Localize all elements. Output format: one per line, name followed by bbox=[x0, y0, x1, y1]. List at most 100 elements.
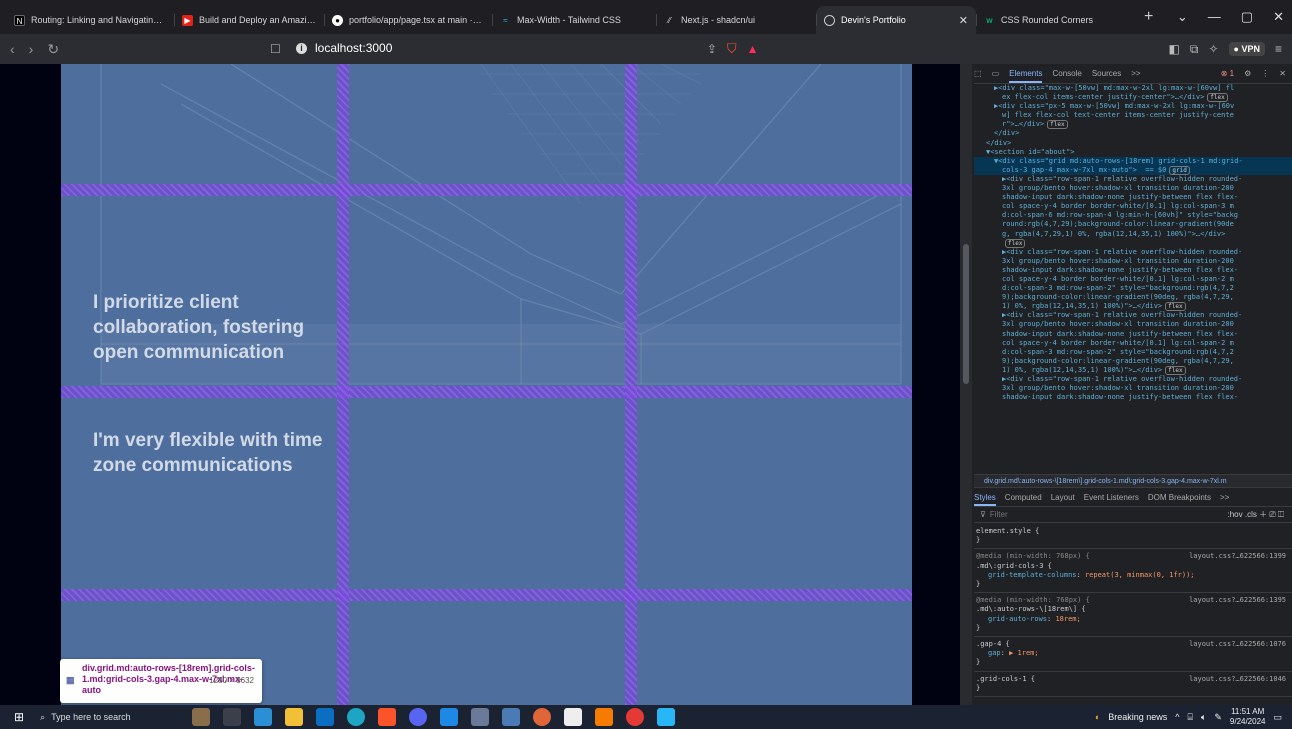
hov-cls-toggle[interactable]: :hov .cls bbox=[1228, 510, 1257, 519]
dom-breadcrumb[interactable]: div.grid.md\:auto-rows-\[18rem\].grid-co… bbox=[974, 474, 1292, 488]
notification-icon[interactable]: ▭ bbox=[1273, 712, 1282, 723]
dom-node-line[interactable]: d:col-span-3 md:row-span-2" style="backg… bbox=[974, 348, 1292, 357]
network-icon[interactable]: ⌸ bbox=[1188, 712, 1193, 723]
flex-badge[interactable]: flex bbox=[1005, 238, 1026, 248]
share-icon[interactable]: ⇪ bbox=[707, 42, 717, 56]
photos-icon[interactable] bbox=[657, 708, 675, 726]
dom-node-line[interactable]: ▶<div class="max-w-[50vw] md:max-w-2xl l… bbox=[974, 84, 1292, 93]
menu-icon[interactable]: ≡ bbox=[1275, 42, 1282, 56]
dom-node-line[interactable]: g, rgba(4,7,29,1) 0%, rgba(12,14,35,1) 1… bbox=[974, 230, 1292, 239]
css-rule[interactable]: element.style {} bbox=[974, 524, 1292, 550]
css-declaration[interactable]: grid-template-columns: repeat(3, minmax(… bbox=[976, 571, 1292, 580]
dom-node-line[interactable]: 9);background-color:linear-gradient(90de… bbox=[974, 293, 1292, 302]
css-declaration[interactable]: gap: ▶ 1rem; bbox=[976, 649, 1292, 658]
url-field[interactable]: i localhost:3000 bbox=[296, 41, 392, 55]
wallet-icon[interactable]: ✧ bbox=[1208, 42, 1218, 56]
taskbar-search[interactable]: ⌕ Type here to search bbox=[40, 706, 200, 728]
dom-node-line[interactable]: ▶<div class="row-span-1 relative overflo… bbox=[974, 175, 1292, 184]
flex-badge[interactable]: flex bbox=[1165, 302, 1186, 312]
dom-node-line[interactable]: 1) 0%, rgba(12,14,35,1) 100%)">…</div> fl… bbox=[974, 365, 1292, 375]
rule-source-link[interactable]: layout.css?…622566:1399 bbox=[1189, 552, 1286, 561]
tab-elements[interactable]: Elements bbox=[1009, 69, 1043, 83]
sidebar-icon[interactable]: ◧ bbox=[1169, 42, 1180, 56]
new-tab-button[interactable]: + bbox=[1144, 8, 1153, 26]
tab-github[interactable]: ● portfolio/app/page.tsx at main · adr bbox=[324, 6, 492, 34]
kebab-menu-icon[interactable]: ⋮ bbox=[1261, 69, 1269, 78]
edge-icon[interactable] bbox=[347, 708, 365, 726]
mail-icon[interactable] bbox=[316, 708, 334, 726]
css-rule[interactable]: layout.css?…622566:1046 .grid-cols-1 {} bbox=[974, 672, 1292, 698]
app-icon[interactable] bbox=[471, 708, 489, 726]
app-icon[interactable] bbox=[564, 708, 582, 726]
tab-youtube[interactable]: ▶ Build and Deploy an Amazing Devel bbox=[174, 6, 324, 34]
maximize-icon[interactable]: ▢ bbox=[1241, 9, 1253, 25]
css-declaration[interactable]: grid-auto-rows: 18rem; bbox=[976, 615, 1292, 624]
dom-node-line[interactable]: 3xl group/bento hover:shadow-xl transiti… bbox=[974, 320, 1292, 329]
tab-dom-breakpoints[interactable]: DOM Breakpoints bbox=[1148, 493, 1211, 502]
dom-node-line[interactable]: ▶<div class="row-span-1 relative overflo… bbox=[974, 375, 1292, 384]
volume-icon[interactable]: 🔈︎ bbox=[1201, 712, 1206, 723]
device-toolbar-icon[interactable]: ▭ bbox=[992, 69, 1000, 78]
dom-node-line[interactable]: r">…</div> flex bbox=[974, 120, 1292, 130]
rule-source-link[interactable]: layout.css?…622566:1395 bbox=[1189, 596, 1286, 605]
scroll-thumb[interactable] bbox=[963, 244, 969, 384]
flex-badge[interactable]: flex bbox=[1207, 93, 1228, 103]
dom-node-line[interactable]: 9);background-color:linear-gradient(90de… bbox=[974, 357, 1292, 366]
more-tabs[interactable]: >> bbox=[1131, 69, 1140, 78]
tab-routing[interactable]: N Routing: Linking and Navigating | N bbox=[6, 6, 174, 34]
brave-rewards-icon[interactable]: ▲ bbox=[747, 42, 759, 56]
news-text[interactable]: Breaking news bbox=[1108, 712, 1167, 722]
dom-node-line[interactable]: shadow-input dark:shadow-none justify-be… bbox=[974, 393, 1292, 402]
flex-badge[interactable]: flex bbox=[1165, 365, 1186, 375]
dom-node-line[interactable]: shadow-input dark:shadow-none justify-be… bbox=[974, 330, 1292, 339]
discord-icon[interactable] bbox=[409, 708, 427, 726]
dom-tree[interactable]: ▶<div class="max-w-[50vw] md:max-w-2xl l… bbox=[974, 84, 1292, 474]
tab-css-rounded[interactable]: w CSS Rounded Corners bbox=[976, 6, 1126, 34]
dom-node-line[interactable]: col space-y-4 border border-white/[0.1] … bbox=[974, 202, 1292, 211]
more-style-tabs[interactable]: >> bbox=[1220, 493, 1229, 502]
close-tab-icon[interactable]: ✕ bbox=[959, 14, 968, 27]
filter-options[interactable]: :hov .cls ＋ ⎚ ◫ bbox=[1228, 509, 1285, 520]
app-icon[interactable] bbox=[533, 708, 551, 726]
close-window-icon[interactable]: ✕ bbox=[1273, 9, 1284, 25]
dom-node-line[interactable]: shadow-input dark:shadow-none justify-be… bbox=[974, 193, 1292, 202]
forward-icon[interactable]: › bbox=[29, 41, 34, 58]
dom-node-line[interactable]: w] flex flex-col text-center items-cente… bbox=[974, 111, 1292, 120]
tab-devins-portfolio[interactable]: Devin's Portfolio ✕ bbox=[816, 6, 976, 34]
back-icon[interactable]: ‹ bbox=[10, 41, 15, 58]
news-widget-icon[interactable] bbox=[192, 708, 210, 726]
dom-node-line[interactable]: 3xl group/bento hover:shadow-xl transiti… bbox=[974, 257, 1292, 266]
dom-node-line[interactable]: col space-y-4 border border-white/[0.1] … bbox=[974, 275, 1292, 284]
dom-node-line[interactable]: shadow-input dark:shadow-none justify-be… bbox=[974, 266, 1292, 275]
tab-layout[interactable]: Layout bbox=[1051, 493, 1075, 502]
dom-node-line[interactable]: flex bbox=[974, 238, 1292, 248]
vscode-icon[interactable] bbox=[440, 708, 458, 726]
app-icon[interactable] bbox=[502, 708, 520, 726]
extensions-icon[interactable]: ⧉ bbox=[1190, 42, 1199, 57]
dom-node-line[interactable]: 3xl group/bento hover:shadow-xl transiti… bbox=[974, 184, 1292, 193]
store-icon[interactable] bbox=[254, 708, 272, 726]
tray-chevron-icon[interactable]: ^ bbox=[1175, 712, 1179, 722]
settings-gear-icon[interactable]: ⚙ bbox=[1244, 69, 1251, 78]
page-scrollbar[interactable] bbox=[960, 64, 972, 705]
dom-node-line[interactable]: ▶<div class="px-5 max-w-[50vw] md:max-w-… bbox=[974, 102, 1292, 111]
dom-node-line[interactable]: </div> bbox=[974, 129, 1292, 138]
inspect-icon[interactable]: ⬚ bbox=[974, 69, 982, 78]
dom-node-line[interactable]: cols-3 gap-4 max-w-7xl mx-auto"> == $0 gr… bbox=[974, 165, 1292, 175]
reload-icon[interactable]: ↻ bbox=[47, 41, 59, 58]
tab-shadcn[interactable]: ⁄⁄ Next.js - shadcn/ui bbox=[656, 6, 816, 34]
grid-badge[interactable]: grid bbox=[1169, 165, 1190, 175]
rule-source-link[interactable]: layout.css?…622566:1076 bbox=[1189, 640, 1286, 649]
file-explorer-icon[interactable] bbox=[285, 708, 303, 726]
tab-sources[interactable]: Sources bbox=[1092, 69, 1121, 78]
dom-node-line[interactable]: ex flex-col items-center justify-center"… bbox=[974, 93, 1292, 103]
dom-node-line[interactable]: ▶<div class="row-span-1 relative overflo… bbox=[974, 248, 1292, 257]
vpn-button[interactable]: ● VPN bbox=[1228, 42, 1265, 56]
dom-node-line[interactable]: </div> bbox=[974, 139, 1292, 148]
close-devtools-icon[interactable]: ✕ bbox=[1279, 69, 1286, 78]
dom-node-line[interactable]: ▼<div class="grid md:auto-rows-[18rem] g… bbox=[974, 156, 1292, 166]
dom-node-line[interactable]: 3xl group/bento hover:shadow-xl transiti… bbox=[974, 384, 1292, 393]
css-rule[interactable]: layout.css?…622566:1395 @media (min-width… bbox=[974, 593, 1292, 638]
dom-node-line[interactable]: d:col-span-3 md:row-span-2" style="backg… bbox=[974, 284, 1292, 293]
tab-event-listeners[interactable]: Event Listeners bbox=[1084, 493, 1139, 502]
